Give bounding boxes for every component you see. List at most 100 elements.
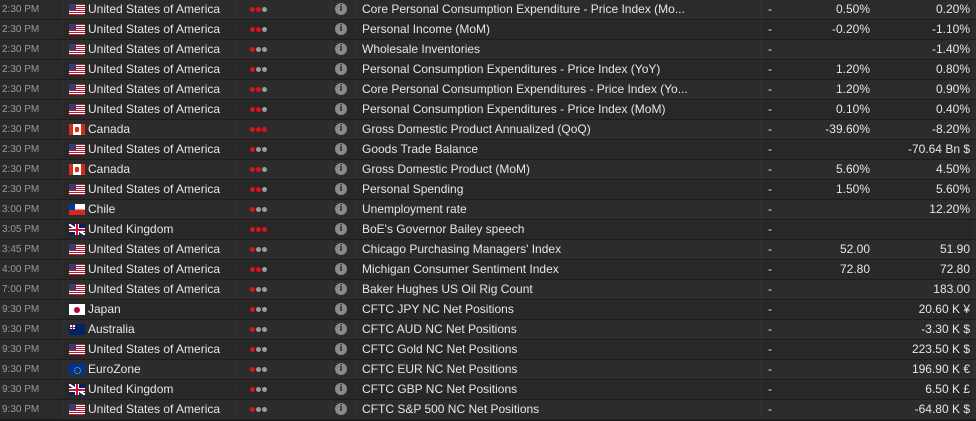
- event-name[interactable]: Goods Trade Balance: [362, 140, 478, 159]
- calendar-row[interactable]: 3:45 PM United States of America i Chicago …: [0, 240, 976, 259]
- event-cell[interactable]: Baker Hughes US Oil Rig Count: [356, 280, 760, 299]
- info-cell[interactable]: i: [332, 20, 354, 39]
- info-cell[interactable]: i: [332, 360, 354, 379]
- info-cell[interactable]: i: [332, 320, 354, 339]
- info-icon[interactable]: i: [335, 403, 347, 415]
- info-cell[interactable]: i: [332, 300, 354, 319]
- info-cell[interactable]: i: [332, 80, 354, 99]
- event-name[interactable]: CFTC EUR NC Net Positions: [362, 360, 517, 379]
- calendar-row[interactable]: 9:30 PM Japan i CFTC JPY NC Net Positions - 2…: [0, 300, 976, 319]
- event-name[interactable]: Unemployment rate: [362, 200, 467, 219]
- event-cell[interactable]: BoE's Governor Bailey speech: [356, 220, 760, 239]
- info-cell[interactable]: i: [332, 400, 354, 419]
- event-name[interactable]: Personal Income (MoM): [362, 20, 490, 39]
- event-cell[interactable]: Chicago Purchasing Managers' Index: [356, 240, 760, 259]
- info-cell[interactable]: i: [332, 200, 354, 219]
- info-cell[interactable]: i: [332, 160, 354, 179]
- event-name[interactable]: Core Personal Consumption Expenditures -…: [362, 80, 688, 99]
- event-name[interactable]: CFTC Gold NC Net Positions: [362, 340, 517, 359]
- event-name[interactable]: Wholesale Inventories: [362, 40, 480, 59]
- info-cell[interactable]: i: [332, 100, 354, 119]
- event-name[interactable]: CFTC AUD NC Net Positions: [362, 320, 517, 339]
- calendar-row[interactable]: 9:30 PM Australia i CFTC AUD NC Net Positio…: [0, 320, 976, 339]
- info-icon[interactable]: i: [335, 83, 347, 95]
- info-icon[interactable]: i: [335, 343, 347, 355]
- info-icon[interactable]: i: [335, 63, 347, 75]
- event-cell[interactable]: CFTC GBP NC Net Positions: [356, 380, 760, 399]
- info-cell[interactable]: i: [332, 0, 354, 19]
- calendar-row[interactable]: 4:00 PM United States of America i Michigan…: [0, 260, 976, 279]
- event-name[interactable]: Baker Hughes US Oil Rig Count: [362, 280, 533, 299]
- calendar-row[interactable]: 2:30 PM United States of America i Core Per…: [0, 80, 976, 99]
- event-cell[interactable]: Gross Domestic Product Annualized (QoQ): [356, 120, 760, 139]
- calendar-row[interactable]: 2:30 PM United States of America i Core Per…: [0, 0, 976, 19]
- event-name[interactable]: Chicago Purchasing Managers' Index: [362, 240, 561, 259]
- info-icon[interactable]: i: [335, 283, 347, 295]
- info-cell[interactable]: i: [332, 240, 354, 259]
- calendar-row[interactable]: 7:00 PM United States of America i Baker Hu…: [0, 280, 976, 299]
- info-cell[interactable]: i: [332, 140, 354, 159]
- info-cell[interactable]: i: [332, 60, 354, 79]
- info-icon[interactable]: i: [335, 3, 347, 15]
- event-name[interactable]: BoE's Governor Bailey speech: [362, 220, 524, 239]
- info-icon[interactable]: i: [335, 163, 347, 175]
- info-cell[interactable]: i: [332, 120, 354, 139]
- event-name[interactable]: Michigan Consumer Sentiment Index: [362, 260, 559, 279]
- event-cell[interactable]: Personal Spending: [356, 180, 760, 199]
- event-name[interactable]: Core Personal Consumption Expenditure - …: [362, 0, 685, 19]
- calendar-row[interactable]: 9:30 PM EuroZone i CFTC EUR NC Net Position…: [0, 360, 976, 379]
- event-name[interactable]: Personal Consumption Expenditures - Pric…: [362, 60, 660, 79]
- info-icon[interactable]: i: [335, 43, 347, 55]
- event-cell[interactable]: Wholesale Inventories: [356, 40, 760, 59]
- info-cell[interactable]: i: [332, 280, 354, 299]
- info-icon[interactable]: i: [335, 383, 347, 395]
- event-cell[interactable]: Personal Consumption Expenditures - Pric…: [356, 100, 760, 119]
- event-cell[interactable]: Core Personal Consumption Expenditures -…: [356, 80, 760, 99]
- info-cell[interactable]: i: [332, 260, 354, 279]
- event-cell[interactable]: Gross Domestic Product (MoM): [356, 160, 760, 179]
- info-icon[interactable]: i: [335, 323, 347, 335]
- calendar-row[interactable]: 2:30 PM United States of America i Personal…: [0, 60, 976, 79]
- event-name[interactable]: Gross Domestic Product (MoM): [362, 160, 530, 179]
- event-cell[interactable]: Michigan Consumer Sentiment Index: [356, 260, 760, 279]
- calendar-row[interactable]: 2:30 PM United States of America i Wholesal…: [0, 40, 976, 59]
- event-name[interactable]: CFTC GBP NC Net Positions: [362, 380, 517, 399]
- event-name[interactable]: CFTC JPY NC Net Positions: [362, 300, 514, 319]
- info-icon[interactable]: i: [335, 363, 347, 375]
- event-name[interactable]: CFTC S&P 500 NC Net Positions: [362, 400, 539, 419]
- info-icon[interactable]: i: [335, 223, 347, 235]
- event-cell[interactable]: Core Personal Consumption Expenditure - …: [356, 0, 760, 19]
- info-cell[interactable]: i: [332, 380, 354, 399]
- calendar-row[interactable]: 9:30 PM United States of America i CFTC S&P…: [0, 400, 976, 419]
- info-cell[interactable]: i: [332, 180, 354, 199]
- event-cell[interactable]: CFTC JPY NC Net Positions: [356, 300, 760, 319]
- info-cell[interactable]: i: [332, 220, 354, 239]
- event-name[interactable]: Gross Domestic Product Annualized (QoQ): [362, 120, 591, 139]
- info-icon[interactable]: i: [335, 143, 347, 155]
- event-cell[interactable]: Personal Income (MoM): [356, 20, 760, 39]
- event-name[interactable]: Personal Spending: [362, 180, 463, 199]
- event-cell[interactable]: CFTC Gold NC Net Positions: [356, 340, 760, 359]
- info-icon[interactable]: i: [335, 23, 347, 35]
- event-cell[interactable]: Unemployment rate: [356, 200, 760, 219]
- calendar-row[interactable]: 2:30 PM United States of America i Personal…: [0, 180, 976, 199]
- info-icon[interactable]: i: [335, 263, 347, 275]
- info-icon[interactable]: i: [335, 183, 347, 195]
- info-cell[interactable]: i: [332, 340, 354, 359]
- calendar-row[interactable]: 2:30 PM United States of America i Personal…: [0, 100, 976, 119]
- calendar-row[interactable]: 3:05 PM United Kingdom i BoE's Governor Bai…: [0, 220, 976, 239]
- event-cell[interactable]: Goods Trade Balance: [356, 140, 760, 159]
- event-cell[interactable]: Personal Consumption Expenditures - Pric…: [356, 60, 760, 79]
- event-name[interactable]: Personal Consumption Expenditures - Pric…: [362, 100, 665, 119]
- calendar-row[interactable]: 9:30 PM United States of America i CFTC Gol…: [0, 340, 976, 359]
- calendar-row[interactable]: 2:30 PM Canada i Gross Domestic Product Ann…: [0, 120, 976, 139]
- event-cell[interactable]: CFTC EUR NC Net Positions: [356, 360, 760, 379]
- info-icon[interactable]: i: [335, 123, 347, 135]
- calendar-row[interactable]: 3:00 PM Chile i Unemployment rate - 12.20%: [0, 200, 976, 219]
- info-icon[interactable]: i: [335, 103, 347, 115]
- info-cell[interactable]: i: [332, 40, 354, 59]
- calendar-row[interactable]: 2:30 PM United States of America i Personal…: [0, 20, 976, 39]
- calendar-row[interactable]: 2:30 PM United States of America i Goods Tr…: [0, 140, 976, 159]
- info-icon[interactable]: i: [335, 303, 347, 315]
- info-icon[interactable]: i: [335, 203, 347, 215]
